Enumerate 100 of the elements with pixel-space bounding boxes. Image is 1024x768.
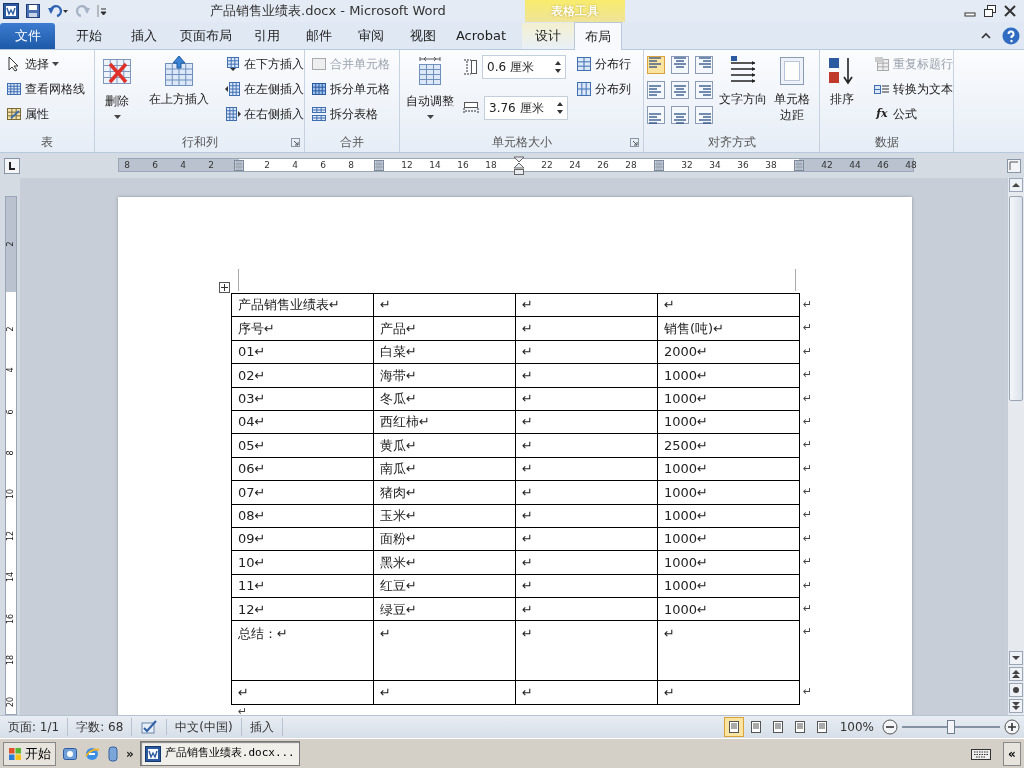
ruler-number: 26 xyxy=(597,159,609,171)
table-cell: ↵ xyxy=(373,680,516,705)
ruler-number: 6 xyxy=(152,159,158,171)
table-cell: 序号↵ xyxy=(231,316,374,341)
table-cell: 03↵ xyxy=(231,387,374,411)
ruler-number: 8 xyxy=(6,449,16,458)
spin-field[interactable]: 0.6 厘米 xyxy=(482,55,566,79)
ribbon-tab[interactable]: 布局 xyxy=(574,22,622,50)
ruler-number: 22 xyxy=(541,159,553,171)
ribbon-large-button[interactable]: 在上方插入 xyxy=(147,53,211,110)
ribbon-button[interactable]: 在右侧插入 xyxy=(223,103,306,125)
table-cell: 1000↵ xyxy=(657,480,800,504)
taskbar-window-button[interactable]: 产品销售业绩表.docx... xyxy=(139,741,300,766)
table-cell: ↵ xyxy=(515,433,658,458)
row-end-mark: ↵ xyxy=(799,433,813,458)
language-status[interactable]: 中文(中国) xyxy=(167,718,242,736)
ribbon-button[interactable]: 拆分单元格 xyxy=(309,78,392,100)
table-cell: 11↵ xyxy=(231,574,374,598)
ribbon-button[interactable]: 转换为文本 xyxy=(872,78,955,100)
status-item[interactable]: 字数: 68 xyxy=(68,718,133,736)
ribbon-button[interactable]: 拆分表格 xyxy=(309,103,392,125)
tray-toggle-button[interactable]: « xyxy=(1003,741,1021,766)
ruler-number: 6 xyxy=(6,408,16,417)
start-button[interactable]: 开始 xyxy=(3,741,56,766)
table-cell: 04↵ xyxy=(231,410,374,434)
ruler-number: 2 xyxy=(6,325,16,334)
ribbon-tab[interactable]: 文件 xyxy=(0,23,55,49)
ribbon-large-button[interactable]: 文字方向 xyxy=(716,53,770,110)
row-end-mark: ↵ xyxy=(799,504,813,528)
ribbon-tab[interactable]: 邮件 xyxy=(293,23,345,49)
table-cell: ↵ xyxy=(515,340,658,364)
group-label: 合并 xyxy=(339,134,365,151)
ribbon-tab[interactable]: 插入 xyxy=(116,23,171,49)
ribbon-tab[interactable]: Acrobat xyxy=(449,23,513,49)
ribbon-tab[interactable]: 开始 xyxy=(61,23,116,49)
row-end-mark: ↵ xyxy=(799,620,813,681)
ribbon-button[interactable]: 属性 xyxy=(4,103,87,125)
ribbon-large-button[interactable]: 自动调整 xyxy=(404,53,456,123)
ribbon-large-button[interactable]: 排序 xyxy=(824,53,860,110)
table-cell: ↵ xyxy=(515,504,658,528)
table-cell: 2000↵ xyxy=(657,340,800,364)
row-end-mark: ↵ xyxy=(799,597,813,621)
more-button[interactable]: » xyxy=(126,744,134,763)
table-cell: 绿豆↵ xyxy=(373,597,516,621)
ribbon-tab[interactable]: 设计 xyxy=(522,23,574,49)
row-end-mark: ↵ xyxy=(799,293,813,317)
status-item[interactable]: 页面: 1/1 xyxy=(0,718,69,736)
ribbon-button[interactable]: 在下方插入 xyxy=(223,53,306,75)
ruler-number: 18 xyxy=(6,655,16,665)
row-end-mark: ↵ xyxy=(799,387,813,411)
ruler-number: 4 xyxy=(6,366,16,375)
table-cell: 产品销售业绩表↵ xyxy=(231,293,374,317)
ribbon-button[interactable]: 分布行 xyxy=(574,53,633,75)
ribbon-tab[interactable]: 引用 xyxy=(241,23,293,49)
spin-field[interactable]: 3.76 厘米 xyxy=(484,96,568,120)
group-label: 对齐方式 xyxy=(706,134,757,151)
ruler-number: 8 xyxy=(348,159,354,171)
ribbon-tab[interactable]: 页面布局 xyxy=(171,23,241,49)
ribbon-button[interactable]: fx 公式 xyxy=(872,103,955,125)
ribbon-large-button[interactable]: 删除 xyxy=(99,53,135,123)
ruler-number: 8 xyxy=(124,159,130,171)
table-cell: ↵ xyxy=(231,680,374,705)
ruler-number: 34 xyxy=(709,159,721,171)
row-end-mark: ↵ xyxy=(799,574,813,598)
table-cell: ↵ xyxy=(515,387,658,411)
ruler-number: 14 xyxy=(429,159,441,171)
ruler-number: 36 xyxy=(737,159,749,171)
table-cell: ↵ xyxy=(657,680,800,705)
table-cell: 01↵ xyxy=(231,340,374,364)
table-cell: 玉米↵ xyxy=(373,504,516,528)
table-cell: 1000↵ xyxy=(657,550,800,575)
insert-mode-status[interactable]: 插入 xyxy=(241,718,283,736)
ruler-number: 24 xyxy=(569,159,581,171)
row-end-mark: ↵ xyxy=(799,480,813,504)
table-cell: ↵ xyxy=(373,620,516,681)
ribbon-large-button[interactable]: 单元格边距 xyxy=(772,53,812,126)
table-cell: 黑米↵ xyxy=(373,550,516,575)
table-cell: 1000↵ xyxy=(657,457,800,481)
table-cell: ↵ xyxy=(515,527,658,551)
table-cell: ↵ xyxy=(515,410,658,434)
ribbon-tab[interactable]: 视图 xyxy=(397,23,449,49)
table-cell: 黄瓜↵ xyxy=(373,433,516,458)
ribbon-button[interactable]: 查看网格线 xyxy=(4,78,87,100)
ribbon-button[interactable]: 分布列 xyxy=(574,78,633,100)
ribbon-button[interactable]: 在左侧插入 xyxy=(223,78,306,100)
row-end-mark: ↵ xyxy=(799,527,813,551)
table-cell: 06↵ xyxy=(231,457,374,481)
table-cell: ↵ xyxy=(515,550,658,575)
table-cell: 05↵ xyxy=(231,433,374,458)
ribbon-tab[interactable]: 审阅 xyxy=(345,23,397,49)
ribbon-button[interactable]: 选择 xyxy=(4,53,87,75)
table-cell: 1000↵ xyxy=(657,363,800,388)
row-end-mark: ↵ xyxy=(799,316,813,341)
table-cell: 12↵ xyxy=(231,597,374,621)
table-cell: 1000↵ xyxy=(657,527,800,551)
ruler-number: 18 xyxy=(485,159,497,171)
table-cell: 产品↵ xyxy=(373,316,516,341)
ruler-number: 2 xyxy=(208,159,214,171)
zoom-level[interactable]: 100% xyxy=(839,718,874,736)
table-cell: ↵ xyxy=(515,457,658,481)
